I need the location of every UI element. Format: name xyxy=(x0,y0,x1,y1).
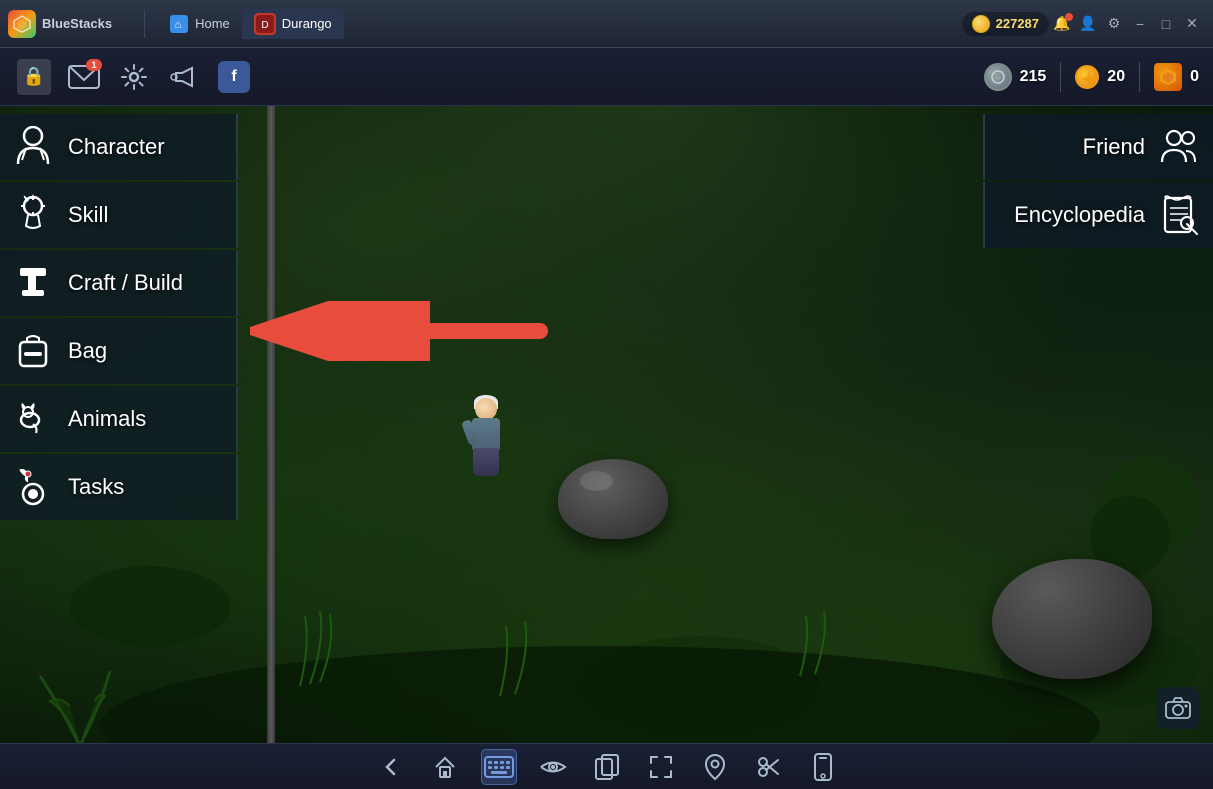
currency1-icon xyxy=(984,63,1012,91)
camera-icon xyxy=(1165,697,1191,719)
craft-menu-icon xyxy=(10,260,56,306)
character-body xyxy=(461,398,511,488)
currency-item-2: 20 xyxy=(1075,65,1125,89)
facebook-icon: f xyxy=(218,61,250,93)
settings-icon xyxy=(120,63,148,91)
svg-text:⌂: ⌂ xyxy=(175,19,182,31)
game-toolbar: 🔒 1 f 215 xyxy=(0,48,1213,106)
settings-button[interactable]: ⚙ xyxy=(1101,11,1127,37)
app-logo: BlueStacks xyxy=(8,10,112,38)
lock-button[interactable]: 🔒 xyxy=(14,57,54,97)
encyclopedia-menu-label: Encyclopedia xyxy=(1014,202,1145,228)
minimize-button[interactable]: − xyxy=(1127,11,1153,37)
home-tab[interactable]: ⌂ Home xyxy=(157,10,242,38)
menu-item-tasks[interactable]: Tasks xyxy=(0,454,238,520)
left-menu: Character Skill xyxy=(0,106,238,743)
menu-item-animals[interactable]: Animals xyxy=(0,386,238,452)
svg-text:D: D xyxy=(261,20,268,31)
copy-button[interactable] xyxy=(589,749,625,785)
game-tab[interactable]: D Durango xyxy=(242,9,344,39)
encyclopedia-menu-icon xyxy=(1157,192,1203,238)
currency2-icon xyxy=(1075,65,1099,89)
menu-item-craft[interactable]: Craft / Build xyxy=(0,250,238,316)
lock-icon: 🔒 xyxy=(17,59,51,95)
currency-item-3: 0 xyxy=(1154,63,1199,91)
character-head xyxy=(475,398,497,420)
bag-menu-label: Bag xyxy=(68,338,107,364)
currency-divider-1 xyxy=(1060,62,1061,92)
eye-button[interactable] xyxy=(535,749,571,785)
currency-item-1: 215 xyxy=(984,63,1047,91)
bottom-bar xyxy=(0,743,1213,789)
coin-icon xyxy=(972,15,990,33)
player-character xyxy=(461,398,511,488)
title-bar: BlueStacks ⌂ Home D Durango 227287 🔔 👤 ⚙… xyxy=(0,0,1213,48)
maximize-button[interactable]: □ xyxy=(1153,11,1179,37)
skill-menu-label: Skill xyxy=(68,202,108,228)
currency-group: 215 20 0 xyxy=(984,62,1199,92)
menu-item-encyclopedia[interactable]: Encyclopedia xyxy=(983,182,1213,248)
notification-dot xyxy=(1065,13,1073,21)
animals-menu-label: Animals xyxy=(68,406,146,432)
character-menu-icon xyxy=(10,124,56,170)
home-button[interactable] xyxy=(427,749,463,785)
notification-button[interactable]: 🔔 xyxy=(1049,11,1075,37)
menu-item-bag[interactable]: Bag xyxy=(0,318,238,384)
location-button[interactable] xyxy=(697,749,733,785)
character-menu-label: Character xyxy=(68,134,165,160)
currency2-value: 20 xyxy=(1107,68,1125,86)
game-tab-icon: D xyxy=(254,13,276,35)
back-button[interactable] xyxy=(373,749,409,785)
animals-menu-icon xyxy=(10,396,56,442)
settings2-button[interactable] xyxy=(114,57,154,97)
menu-item-friend[interactable]: Friend xyxy=(983,114,1213,180)
bag-menu-icon xyxy=(10,328,56,374)
craft-menu-label: Craft / Build xyxy=(68,270,183,296)
megaphone-icon xyxy=(170,63,198,91)
tasks-menu-label: Tasks xyxy=(68,474,124,500)
profile-button[interactable]: 👤 xyxy=(1075,11,1101,37)
game-tab-label: Durango xyxy=(282,16,332,31)
home-tab-icon: ⌂ xyxy=(169,14,189,34)
mail-button[interactable]: 1 xyxy=(64,57,104,97)
expand-button[interactable] xyxy=(643,749,679,785)
coin-display: 227287 xyxy=(962,12,1049,36)
scissors-button[interactable] xyxy=(751,749,787,785)
center-rock xyxy=(558,459,668,539)
menu-item-skill[interactable]: Skill xyxy=(0,182,238,248)
app-name-label: BlueStacks xyxy=(42,16,112,31)
bluestacks-logo-icon xyxy=(8,10,36,38)
currency1-value: 215 xyxy=(1020,68,1047,86)
home-tab-label: Home xyxy=(195,16,230,31)
character-legs xyxy=(473,448,499,476)
phone-button[interactable] xyxy=(805,749,841,785)
close-button[interactable]: ✕ xyxy=(1179,11,1205,37)
currency-divider-2 xyxy=(1139,62,1140,92)
menu-item-character[interactable]: Character xyxy=(0,114,238,180)
friend-menu-icon xyxy=(1157,124,1203,170)
title-sep-1 xyxy=(144,10,145,38)
currency3-icon xyxy=(1154,63,1182,91)
tasks-menu-icon xyxy=(10,464,56,510)
currency3-value: 0 xyxy=(1190,68,1199,86)
game-area[interactable]: Character Skill xyxy=(0,106,1213,743)
camera-button[interactable] xyxy=(1157,687,1199,729)
vertical-pole xyxy=(267,106,275,743)
facebook-button[interactable]: f xyxy=(214,57,254,97)
keyboard-button[interactable] xyxy=(481,749,517,785)
skill-menu-icon xyxy=(10,192,56,238)
megaphone-button[interactable] xyxy=(164,57,204,97)
right-menu: Friend Encyclopedia xyxy=(983,106,1213,743)
friend-menu-label: Friend xyxy=(1083,134,1145,160)
mail-badge: 1 xyxy=(86,59,102,71)
coin-amount: 227287 xyxy=(996,16,1039,31)
